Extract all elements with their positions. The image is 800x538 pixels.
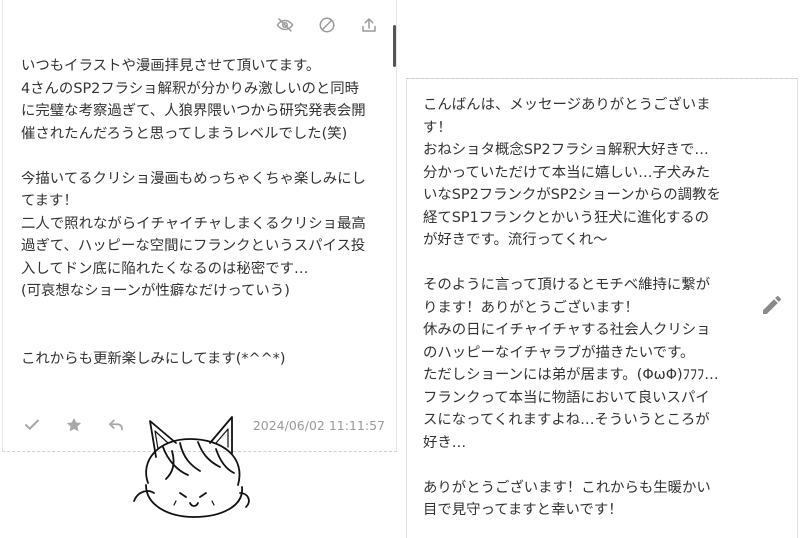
message-line: 入してドン底に陥れたくなるのは秘密です… xyxy=(21,260,309,277)
message-line: に完璧な考察過ぎて、人狼界隈いつから研究発表会開 xyxy=(21,103,366,119)
message-line: (可哀想なショーンが性癖なだけっていう) xyxy=(21,283,290,299)
message-body: いつもイラストや漫画拝見させて頂いてます。 4さんのSP2フラショ解釈が分かりみ… xyxy=(21,55,391,370)
reply-line: おねショタ概念SP2フラショ解釈大好きで… xyxy=(423,142,709,158)
reply-line: 経てSP1フランクとかいう狂犬に進化するの xyxy=(423,209,710,226)
message-card: いつもイラストや漫画拝見させて頂いてます。 4さんのSP2フラショ解釈が分かりみ… xyxy=(2,0,397,452)
scrollbar-thumb[interactable] xyxy=(393,25,396,67)
reply-line: 分かっていただけて本当に嬉しい…子犬みた xyxy=(423,164,711,181)
reply-line: ただしショーンには弟が居ます。(ΦωΦ)ﾌﾌﾌ… xyxy=(423,367,719,383)
reply-body: こんばんは、メッセージありがとうございま す！ おねショタ概念SP2フラショ解釈… xyxy=(423,94,763,522)
reply-card: こんばんは、メッセージありがとうございま す！ おねショタ概念SP2フラショ解釈… xyxy=(406,78,798,538)
block-icon[interactable] xyxy=(316,14,338,36)
reply-line: ります！ありがとうございます！ xyxy=(423,299,639,316)
message-line: 今描いてるクリショ漫画もめっちゃくちゃ楽しみにし xyxy=(21,170,366,187)
message-line: 催されたんだろうと思ってしまうレベルでした(笑) xyxy=(21,125,348,142)
reply-line: 休みの日にイチャイチャする社会人クリショ xyxy=(423,322,711,338)
message-toolbar xyxy=(274,14,380,36)
message-line: 4さんのSP2フラショ解釈が分かりみ激しいのと同時 xyxy=(21,80,360,97)
message-line: これからも更新楽しみにしてます(*^^*) xyxy=(21,350,286,367)
reply-line: こんばんは、メッセージありがとうございま xyxy=(423,97,711,113)
reply-line: いなSP2フランクがSP2ショーンからの調教を xyxy=(423,187,721,203)
message-line: 過ぎて、ハッピーな空間にフランクというスパイス投 xyxy=(21,238,366,254)
message-line: いつもイラストや漫画拝見させて頂いてます。 xyxy=(21,58,321,74)
message-line: 二人で照れながらイチャイチャしまくるクリショ最高 xyxy=(21,215,366,232)
star-icon[interactable] xyxy=(63,414,85,436)
hide-icon[interactable] xyxy=(274,14,296,36)
reply-line: ありがとうございます！これからも生暖かい xyxy=(423,479,711,496)
reply-line: 好き… xyxy=(423,434,467,451)
message-line: てます！ xyxy=(21,193,78,209)
reply-icon[interactable] xyxy=(105,414,127,436)
share-icon[interactable] xyxy=(358,14,380,36)
reply-line: スになってくれますよね…そういうところが xyxy=(423,412,710,428)
pencil-icon[interactable] xyxy=(760,293,784,317)
message-timestamp: 2024/06/02 11:11:57 xyxy=(252,417,385,433)
reply-line: す！ xyxy=(423,119,452,136)
reply-line: そのように言って頂けるとモチベ維持に繋が xyxy=(423,277,711,293)
fox-girl-mascot-icon xyxy=(133,416,250,518)
check-icon[interactable] xyxy=(21,414,43,436)
reply-line: フランクって本当に物語において良いスパイ xyxy=(423,389,710,406)
reply-line: のハッピーなイチャラブが描きたいです。 xyxy=(423,344,695,361)
reply-line: 目で見守ってますと幸いです！ xyxy=(423,502,623,518)
reply-line: が好きです。流行ってくれ〜 xyxy=(423,232,608,248)
